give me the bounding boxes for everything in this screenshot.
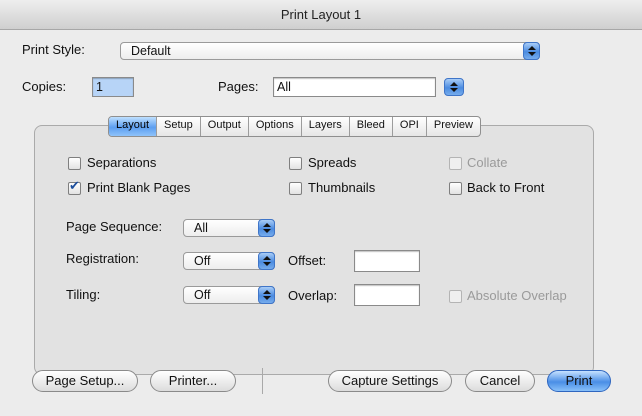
copies-label: Copies:	[22, 79, 67, 94]
spreads-checkbox[interactable]	[289, 157, 302, 170]
tiling-label: Tiling:	[66, 287, 101, 302]
tab-setup[interactable]: Setup	[157, 117, 201, 136]
registration-label: Registration:	[66, 251, 139, 266]
collate-checkbox[interactable]	[449, 157, 462, 170]
button-divider	[262, 368, 263, 394]
print-style-popup[interactable]: Default	[120, 42, 540, 60]
chevron-updown-icon	[258, 252, 275, 270]
page-sequence-value: All	[194, 221, 208, 235]
overlap-field[interactable]	[354, 284, 420, 306]
overlap-label: Overlap:	[288, 288, 338, 303]
page-sequence-label: Page Sequence:	[66, 219, 163, 234]
chevron-updown-icon	[523, 42, 540, 60]
back-to-front-checkbox[interactable]	[449, 182, 462, 195]
tiling-value: Off	[194, 288, 211, 302]
thumbnails-label: Thumbnails	[308, 180, 376, 195]
cancel-button[interactable]: Cancel	[465, 370, 535, 392]
window-title: Print Layout 1	[280, 7, 362, 22]
chevron-updown-icon	[258, 219, 275, 237]
pages-popup-button[interactable]	[444, 78, 464, 96]
copies-field[interactable]: 1	[92, 77, 134, 97]
tab-layout[interactable]: Layout	[109, 117, 158, 136]
printer-button[interactable]: Printer...	[150, 370, 236, 392]
offset-field[interactable]	[354, 250, 420, 272]
tab-options[interactable]: Options	[249, 117, 302, 136]
collate-label: Collate	[467, 155, 508, 170]
print-style-label: Print Style:	[22, 42, 85, 57]
tab-preview[interactable]: Preview	[427, 117, 480, 136]
absolute-overlap-label: Absolute Overlap	[467, 288, 567, 303]
title-bar[interactable]: Print Layout 1	[0, 0, 642, 30]
tab-layers[interactable]: Layers	[302, 117, 350, 136]
print-blank-pages-label: Print Blank Pages	[87, 180, 191, 195]
print-button[interactable]: Print	[547, 370, 611, 392]
absolute-overlap-checkbox[interactable]	[449, 290, 462, 303]
page-sequence-popup[interactable]: All	[183, 219, 275, 237]
print-style-value: Default	[131, 44, 171, 58]
tab-opi[interactable]: OPI	[393, 117, 427, 136]
pages-label: Pages:	[218, 79, 259, 94]
offset-label: Offset:	[288, 253, 327, 268]
chevron-updown-icon	[258, 286, 275, 304]
print-layout-window: Print Layout 1 Print Style: Default Copi…	[0, 0, 642, 416]
tab-output[interactable]: Output	[201, 117, 249, 136]
spreads-label: Spreads	[308, 155, 357, 170]
page-setup-button[interactable]: Page Setup...	[32, 370, 138, 392]
registration-popup[interactable]: Off	[183, 252, 275, 270]
capture-settings-button[interactable]: Capture Settings	[328, 370, 452, 392]
registration-value: Off	[194, 254, 211, 268]
tab-bar: Layout Setup Output Options Layers Bleed…	[108, 116, 481, 137]
tab-bleed[interactable]: Bleed	[350, 117, 393, 136]
print-blank-pages-checkbox[interactable]	[68, 179, 81, 195]
thumbnails-checkbox[interactable]	[289, 182, 302, 195]
pages-field[interactable]: All	[273, 77, 436, 97]
separations-checkbox[interactable]	[68, 157, 81, 170]
separations-label: Separations	[87, 155, 157, 170]
tiling-popup[interactable]: Off	[183, 286, 275, 304]
back-to-front-label: Back to Front	[467, 180, 545, 195]
